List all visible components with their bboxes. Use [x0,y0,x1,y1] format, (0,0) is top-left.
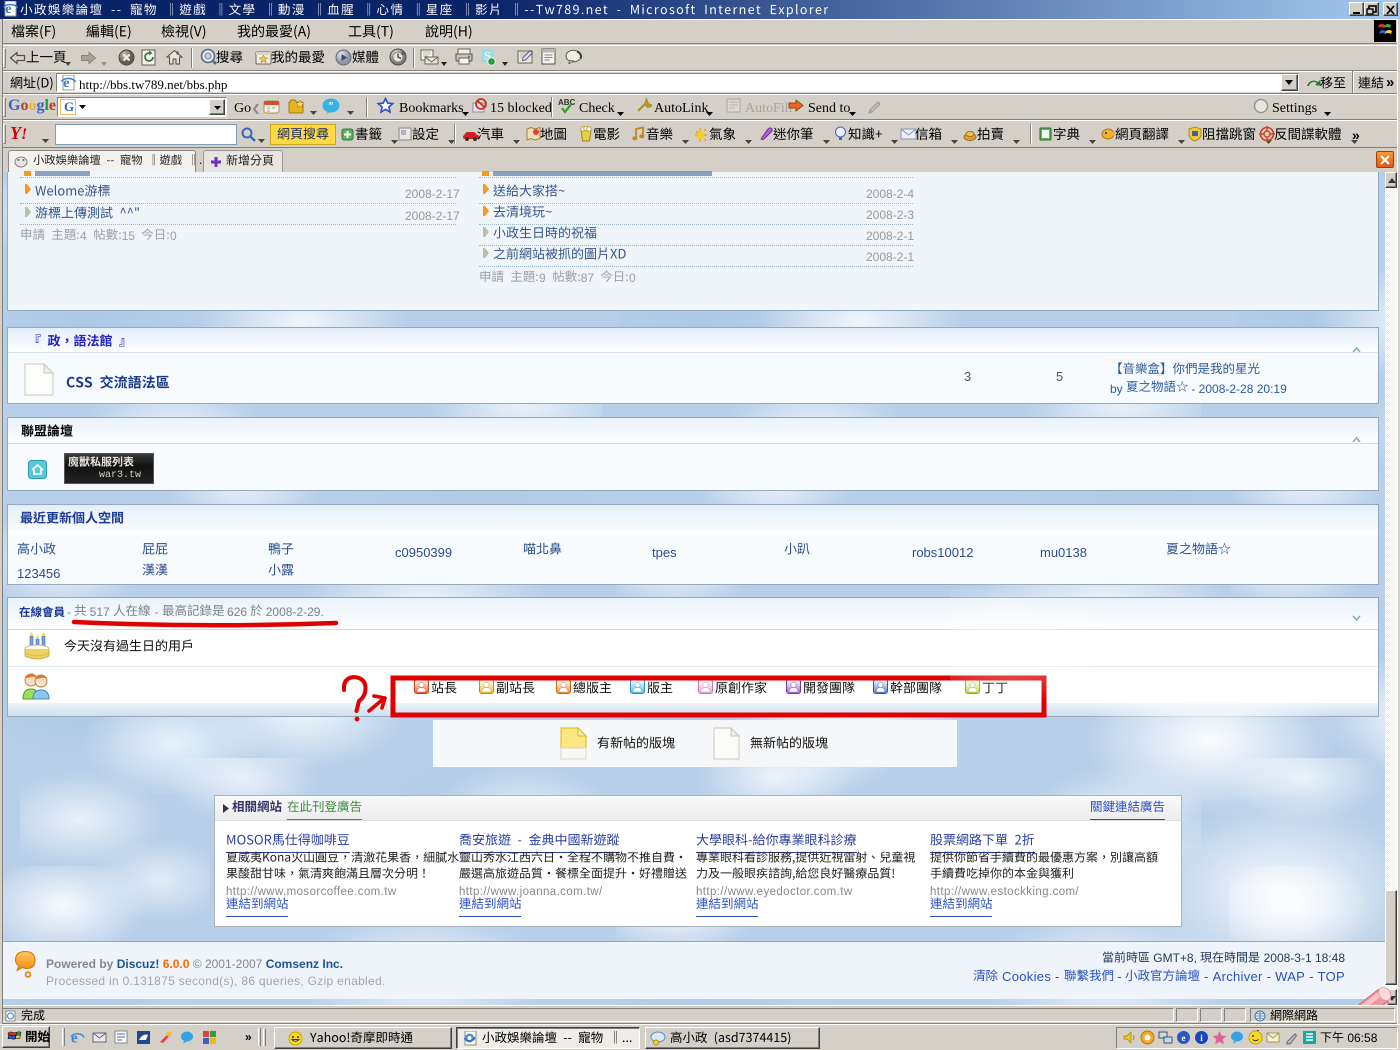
svg-text:ABC: ABC [558,98,576,107]
svg-text:e: e [1182,1033,1186,1043]
svg-text:e: e [71,1031,78,1046]
svg-text:”: ” [329,101,334,112]
